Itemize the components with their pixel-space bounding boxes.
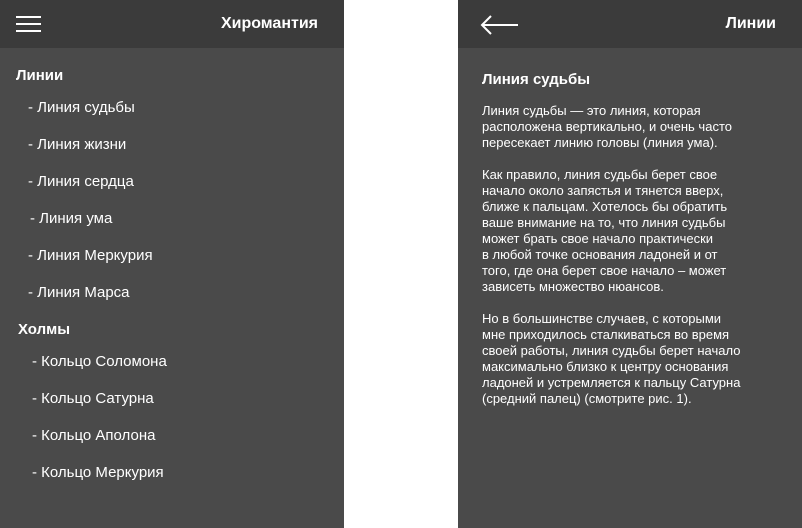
nav-item-mars-line[interactable]: - Линия Марса [28, 284, 130, 301]
app-title: Хиромантия [220, 15, 318, 32]
back-arrow-icon[interactable] [480, 14, 520, 36]
nav-item-mercury-line[interactable]: - Линия Меркурия [28, 247, 153, 264]
article-paragraph: Линия судьбы — это линия, которая распол… [482, 103, 732, 150]
nav-item-heart-line[interactable]: - Линия сердца [28, 173, 134, 190]
article-paragraph: Но в большинстве случаев, с которыми мне… [482, 311, 741, 406]
nav-item-apollo-ring[interactable]: - Кольцо Аполона [32, 427, 155, 444]
app-title: Линии [725, 15, 776, 32]
nav-item-mercury-ring[interactable]: - Кольцо Меркурия [32, 464, 164, 481]
app-bar: Хиромантия [0, 0, 344, 48]
nav-item-saturn-ring[interactable]: - Кольцо Сатурна [32, 390, 154, 407]
nav-item-solomon-ring[interactable]: - Кольцо Соломона [32, 353, 167, 370]
app-bar: Линии [458, 0, 802, 48]
article-body: Линия судьбы — это линия, которая распол… [482, 103, 782, 423]
nav-item-life-line[interactable]: - Линия жизни [28, 136, 126, 153]
section-header-lines: Линии [16, 67, 64, 84]
article-paragraph: Как правило, линия судьбы берет свое нач… [482, 167, 728, 294]
left-screen: Хиромантия Линии - Линия судьбы - Линия … [0, 0, 344, 528]
right-screen: Линии Линия судьбы Линия судьбы — это ли… [458, 0, 802, 528]
section-header-mounts: Холмы [18, 321, 71, 338]
nav-item-fate-line[interactable]: - Линия судьбы [28, 99, 135, 116]
article-title: Линия судьбы [482, 71, 591, 88]
nav-item-head-line[interactable]: - Линия ума [30, 210, 112, 227]
hamburger-menu-icon[interactable] [16, 14, 42, 34]
